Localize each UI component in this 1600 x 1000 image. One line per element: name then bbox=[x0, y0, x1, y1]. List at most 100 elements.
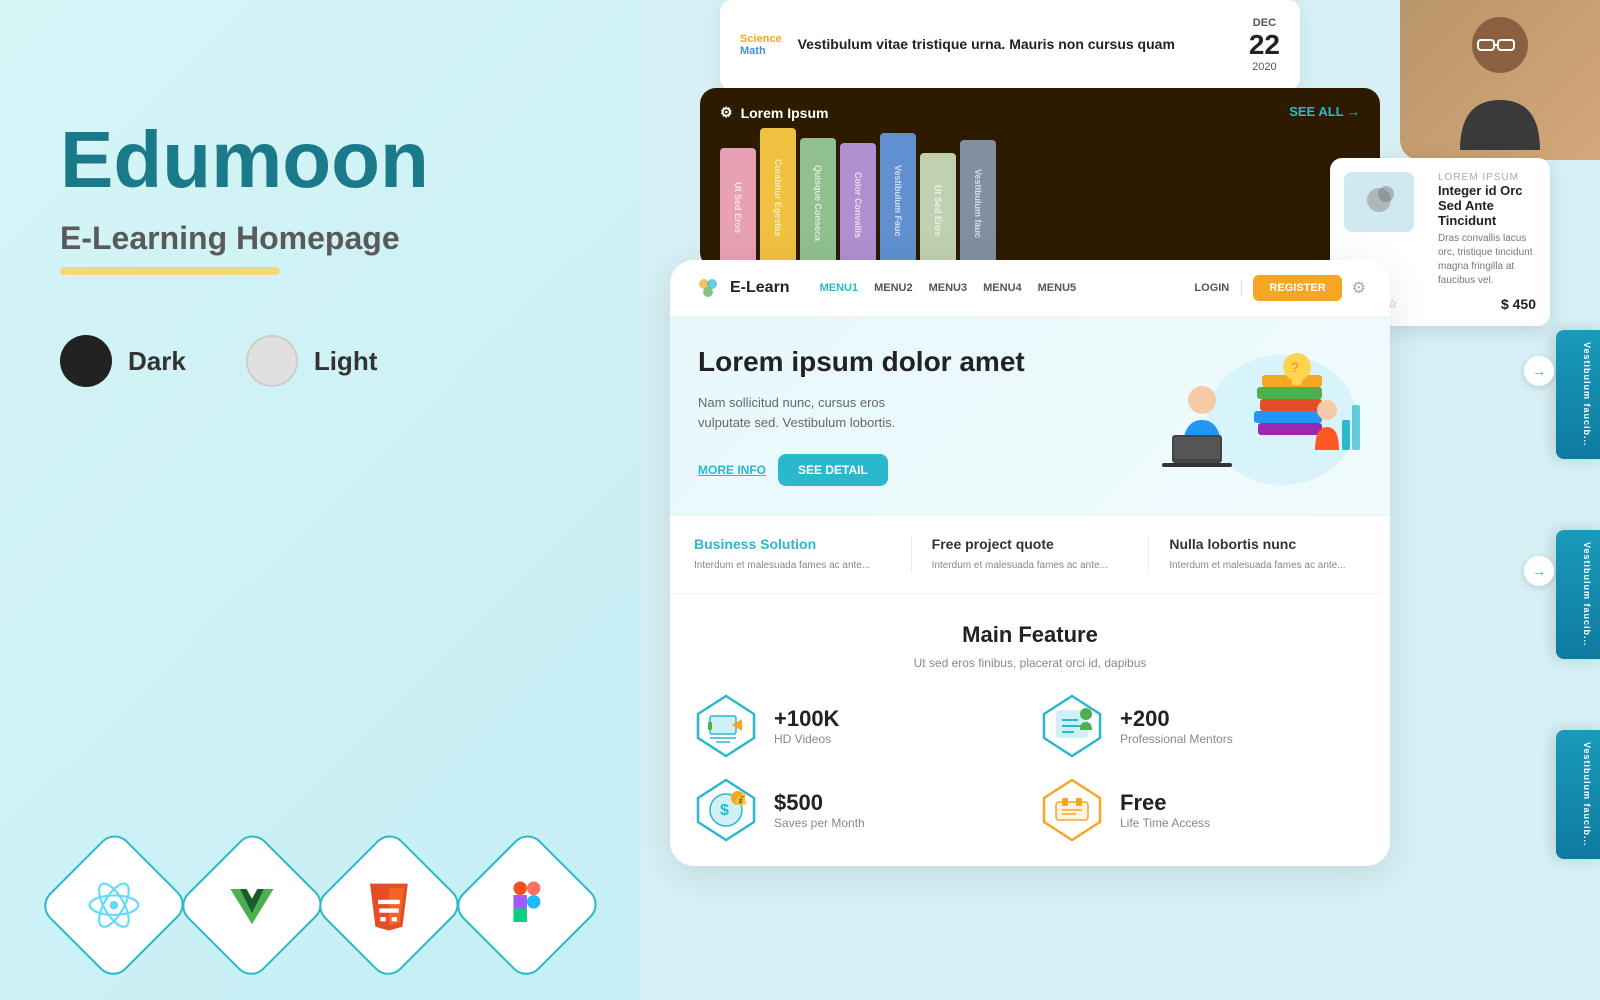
theme-toggles: Dark Light bbox=[60, 335, 580, 387]
hd-videos-icon bbox=[694, 694, 758, 758]
access-icon bbox=[1040, 778, 1104, 842]
nav-menu1[interactable]: MENU1 bbox=[820, 282, 859, 294]
left-panel: Edumoon E-Learning Homepage Dark Light bbox=[0, 0, 640, 1000]
hero-desc: Nam sollicitud nunc, cursus eros vulputa… bbox=[698, 393, 1122, 435]
feature-access: Free Life Time Access bbox=[1040, 778, 1366, 842]
login-button[interactable]: LOGIN bbox=[1194, 282, 1229, 294]
date-year: 2020 bbox=[1249, 61, 1280, 73]
register-button[interactable]: REGISTER bbox=[1253, 275, 1341, 301]
product-price: $ 450 bbox=[1501, 296, 1536, 312]
feature-business-desc: Interdum et malesuada fames ac ante... bbox=[694, 558, 891, 573]
main-card: E-Learn MENU1 MENU2 MENU3 MENU4 MENU5 LO… bbox=[670, 260, 1390, 866]
feature-nulla: Nulla lobortis nunc Interdum et malesuad… bbox=[1149, 536, 1366, 573]
nav-menu4[interactable]: MENU4 bbox=[983, 282, 1022, 294]
hero-buttons: MORE INFO SEE DETAIL bbox=[698, 454, 1122, 486]
dark-toggle[interactable] bbox=[60, 335, 112, 387]
svg-text:?: ? bbox=[1291, 359, 1299, 375]
theme-light-option[interactable]: Light bbox=[246, 335, 378, 387]
product-label: LOREM IPSUM bbox=[1438, 172, 1536, 183]
product-card-image bbox=[1344, 172, 1414, 232]
dark-card-header: ⚙ Lorem Ipsum bbox=[720, 104, 828, 121]
settings-icon[interactable]: ⚙ bbox=[1352, 278, 1366, 298]
main-feature-subtitle: Ut sed eros finibus, placerat orci id, d… bbox=[694, 656, 1366, 670]
product-desc: Dras convallis lacus orc, tristique tinc… bbox=[1438, 232, 1536, 288]
feature-quote: Free project quote Interdum et malesuada… bbox=[912, 536, 1150, 573]
hero-section: Lorem ipsum dolor amet Nam sollicitud nu… bbox=[670, 317, 1390, 515]
main-feature-title: Main Feature bbox=[694, 622, 1366, 648]
theme-dark-option[interactable]: Dark bbox=[60, 335, 186, 387]
saves-icon: $ 💰 bbox=[694, 778, 758, 842]
mentors-number: +200 bbox=[1120, 706, 1233, 732]
person-decoration bbox=[1400, 0, 1600, 160]
book-1: Ut Sed Eros bbox=[720, 148, 756, 268]
see-all-link[interactable]: SEE ALL → bbox=[1289, 104, 1360, 119]
arrow-btn-1[interactable]: → bbox=[1524, 356, 1554, 386]
html5-icon bbox=[362, 878, 416, 932]
main-feature-section: Main Feature Ut sed eros finibus, placer… bbox=[670, 593, 1390, 866]
vue-icon-box bbox=[174, 828, 328, 982]
sidebar-card-1: Vestibulum faucib... bbox=[1556, 330, 1600, 459]
book-5: Vestibulum Fauc bbox=[880, 133, 916, 268]
app-title: Edumoon bbox=[60, 120, 580, 200]
hero-title: Lorem ipsum dolor amet bbox=[698, 345, 1122, 379]
mentors-text: +200 Professional Mentors bbox=[1120, 706, 1233, 746]
see-detail-button[interactable]: SEE DETAIL bbox=[778, 454, 888, 486]
nav-menu: MENU1 MENU2 MENU3 MENU4 MENU5 bbox=[820, 282, 1077, 294]
nav-logo-text: E-Learn bbox=[730, 279, 790, 297]
access-label: Life Time Access bbox=[1120, 816, 1210, 830]
navbar: E-Learn MENU1 MENU2 MENU3 MENU4 MENU5 LO… bbox=[670, 260, 1390, 317]
top-blog-card: Science Math Vestibulum vitae tristique … bbox=[720, 0, 1300, 90]
nav-menu2[interactable]: MENU2 bbox=[874, 282, 913, 294]
hd-videos-text: +100K HD Videos bbox=[774, 706, 839, 746]
saves-label: Saves per Month bbox=[774, 816, 865, 830]
feature-quote-desc: Interdum et malesuada fames ac ante... bbox=[932, 558, 1129, 573]
dark-card-logo-label: Lorem Ipsum bbox=[741, 105, 829, 121]
hero-text: Lorem ipsum dolor amet Nam sollicitud nu… bbox=[698, 345, 1122, 486]
mentors-icon bbox=[1040, 694, 1104, 758]
book-7: Vestibulum fauc bbox=[960, 140, 996, 268]
logo-dot: ⚙ bbox=[720, 104, 733, 121]
sidebar-card-2: Vestibulum faucib... bbox=[1556, 530, 1600, 659]
svg-text:$: $ bbox=[720, 802, 729, 819]
dark-label: Dark bbox=[128, 346, 186, 377]
vue-icon bbox=[224, 878, 278, 932]
app-subtitle: E-Learning Homepage bbox=[60, 220, 580, 257]
feature-nulla-desc: Interdum et malesuada fames ac ante... bbox=[1169, 558, 1366, 573]
access-text: Free Life Time Access bbox=[1120, 790, 1210, 830]
nav-menu5[interactable]: MENU5 bbox=[1038, 282, 1077, 294]
card-title: Vestibulum vitae tristique urna. Mauris … bbox=[798, 35, 1175, 55]
access-number: Free bbox=[1120, 790, 1210, 816]
product-title: Integer id Orc Sed Ante Tincidunt bbox=[1438, 183, 1536, 228]
feature-business: Business Solution Interdum et malesuada … bbox=[694, 536, 912, 573]
nav-actions: LOGIN | REGISTER ⚙ bbox=[1194, 275, 1366, 301]
date-day: 22 bbox=[1249, 29, 1280, 61]
feature-nulla-title: Nulla lobortis nunc bbox=[1169, 536, 1366, 552]
html5-icon-box bbox=[312, 828, 466, 982]
mentors-label: Professional Mentors bbox=[1120, 732, 1233, 746]
book-4: Color Convallis bbox=[840, 143, 876, 268]
nav-menu3[interactable]: MENU3 bbox=[929, 282, 968, 294]
figma-icon bbox=[504, 878, 548, 932]
date-month: DEC bbox=[1249, 17, 1280, 29]
feature-saves: $ 💰 $500 Saves per Month bbox=[694, 778, 1020, 842]
light-label: Light bbox=[314, 346, 378, 377]
more-info-button[interactable]: MORE INFO bbox=[698, 454, 766, 486]
light-toggle[interactable] bbox=[246, 335, 298, 387]
book-3: Quisque Conseca bbox=[800, 138, 836, 268]
right-panel: Science Math Vestibulum vitae tristique … bbox=[640, 0, 1600, 1000]
dark-books-card: ⚙ Lorem Ipsum SEE ALL → Ut Sed Eros Cura… bbox=[700, 88, 1380, 268]
hd-videos-number: +100K bbox=[774, 706, 839, 732]
feature-mentors: +200 Professional Mentors bbox=[1040, 694, 1366, 758]
book-2: Curabitur Egestas bbox=[760, 128, 796, 268]
hero-illustration: ? bbox=[1142, 345, 1362, 495]
saves-number: $500 bbox=[774, 790, 865, 816]
feature-hd-videos: +100K HD Videos bbox=[694, 694, 1020, 758]
feature-quote-title: Free project quote bbox=[932, 536, 1129, 552]
feature-business-title: Business Solution bbox=[694, 536, 891, 552]
book-6: Ut Sed Eros bbox=[920, 153, 956, 268]
svg-text:💰: 💰 bbox=[734, 793, 748, 806]
arrow-btn-2[interactable]: → bbox=[1524, 556, 1554, 586]
react-icon-box bbox=[37, 828, 191, 982]
hd-videos-label: HD Videos bbox=[774, 732, 839, 746]
books-strip: Ut Sed Eros Curabitur Egestas Quisque Co… bbox=[720, 128, 996, 268]
